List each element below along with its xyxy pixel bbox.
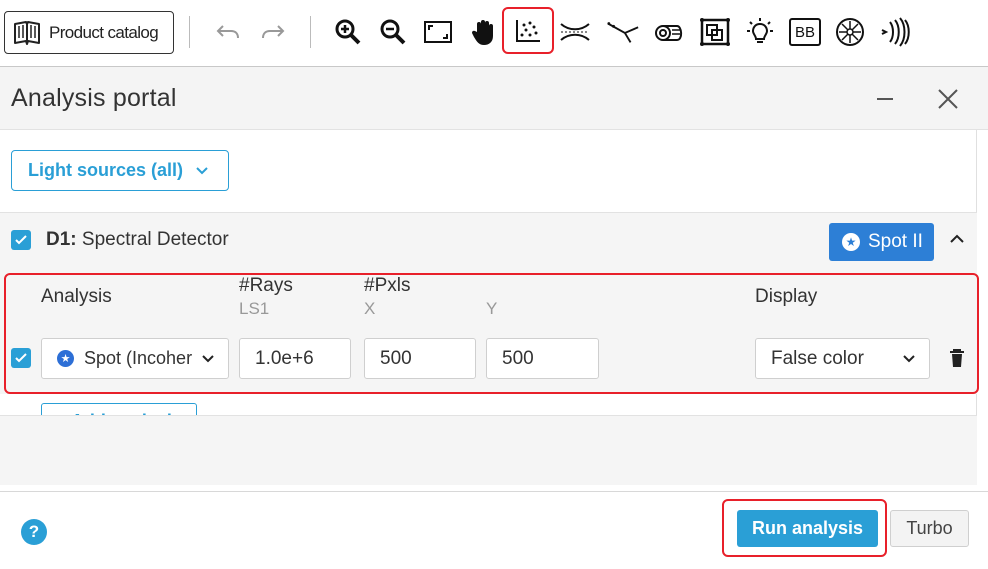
pixels-y-input[interactable]: 500	[486, 338, 599, 379]
section-spacer	[0, 415, 977, 485]
product-catalog-label: Product catalog	[49, 22, 159, 42]
display-value: False color	[771, 347, 864, 369]
close-button[interactable]	[928, 79, 968, 119]
bb-label: BB	[789, 18, 821, 46]
detector-id: D1:	[46, 229, 77, 250]
minimize-button[interactable]	[865, 79, 905, 119]
analysis-content: Light sources (all) D1: Spectral Detecto…	[0, 130, 977, 485]
display-select[interactable]: False color	[755, 338, 930, 379]
detector-icon[interactable]	[833, 14, 867, 50]
col-rays-sub: LS1	[239, 299, 270, 318]
toolbar: Product catalog BB	[0, 0, 988, 66]
spot-ii-label: Spot II	[868, 231, 923, 252]
chevron-down-icon	[196, 166, 208, 174]
panel-header: Analysis portal	[0, 67, 988, 130]
toolbar-divider	[310, 16, 311, 48]
detector-checkbox[interactable]	[11, 230, 31, 250]
roll-icon[interactable]	[653, 14, 687, 50]
chevron-up-icon[interactable]	[949, 233, 965, 245]
product-catalog-button[interactable]: Product catalog	[4, 11, 174, 54]
col-pxls-header: #Pxls	[364, 275, 411, 296]
analysis-type-value: Spot (Incoher	[84, 348, 193, 368]
light-bulb-icon[interactable]	[743, 14, 777, 50]
spot-ii-button[interactable]: ★ Spot II	[829, 223, 934, 261]
panel-title: Analysis portal	[11, 84, 177, 112]
star-icon: ★	[842, 233, 860, 251]
run-analysis-button[interactable]: Run analysis	[737, 510, 878, 547]
pan-hand-icon[interactable]	[467, 14, 501, 50]
waves-icon[interactable]	[878, 14, 912, 50]
analysis-section: Analysis #Rays LS1 #Pxls X Y Display ★ S…	[0, 272, 977, 440]
chevron-down-icon	[903, 354, 915, 362]
close-icon	[938, 89, 958, 109]
redo-icon[interactable]	[256, 14, 290, 50]
zoom-in-icon[interactable]	[331, 14, 365, 50]
panel-footer: ? Run analysis Turbo	[0, 491, 988, 569]
detector-header: D1: Spectral Detector ★ Spot II	[0, 212, 977, 272]
light-sources-label: Light sources (all)	[28, 160, 184, 180]
undo-icon[interactable]	[211, 14, 245, 50]
check-icon	[15, 235, 27, 245]
analysis-type-select[interactable]: ★ Spot (Incoher	[41, 338, 229, 379]
bb-icon[interactable]: BB	[788, 14, 822, 50]
component-icon[interactable]	[698, 14, 732, 50]
pixels-x-input[interactable]: 500	[364, 338, 476, 379]
col-pxls-y: Y	[486, 299, 498, 318]
zoom-out-icon[interactable]	[376, 14, 410, 50]
col-analysis-header: Analysis	[41, 286, 112, 307]
book-icon	[14, 20, 40, 45]
lens-icon[interactable]	[558, 14, 592, 50]
turbo-button[interactable]: Turbo	[890, 510, 969, 547]
col-display-header: Display	[755, 286, 818, 307]
rays-input[interactable]: 1.0e+6	[239, 338, 351, 379]
spot-diagram-icon[interactable]	[502, 7, 554, 54]
detector-label: D1: Spectral Detector	[46, 229, 229, 251]
star-icon: ★	[57, 350, 74, 367]
chevron-down-icon	[202, 354, 214, 362]
fit-view-icon[interactable]	[421, 14, 455, 50]
analysis-row-checkbox[interactable]	[11, 348, 31, 368]
table-row: ★ Spot (Incoher 1.0e+6 500 500 False col…	[0, 328, 977, 394]
toolbar-divider	[189, 16, 190, 48]
trash-icon[interactable]	[949, 348, 965, 368]
col-pxls-x: X	[364, 299, 376, 318]
minimize-icon	[877, 98, 893, 100]
light-sources-dropdown[interactable]: Light sources (all)	[11, 150, 229, 191]
col-rays-header: #Rays	[239, 275, 293, 296]
detector-name: Spectral Detector	[81, 229, 229, 250]
help-icon[interactable]: ?	[21, 519, 47, 545]
ray-trace-icon[interactable]	[606, 14, 640, 50]
check-icon	[15, 353, 27, 363]
